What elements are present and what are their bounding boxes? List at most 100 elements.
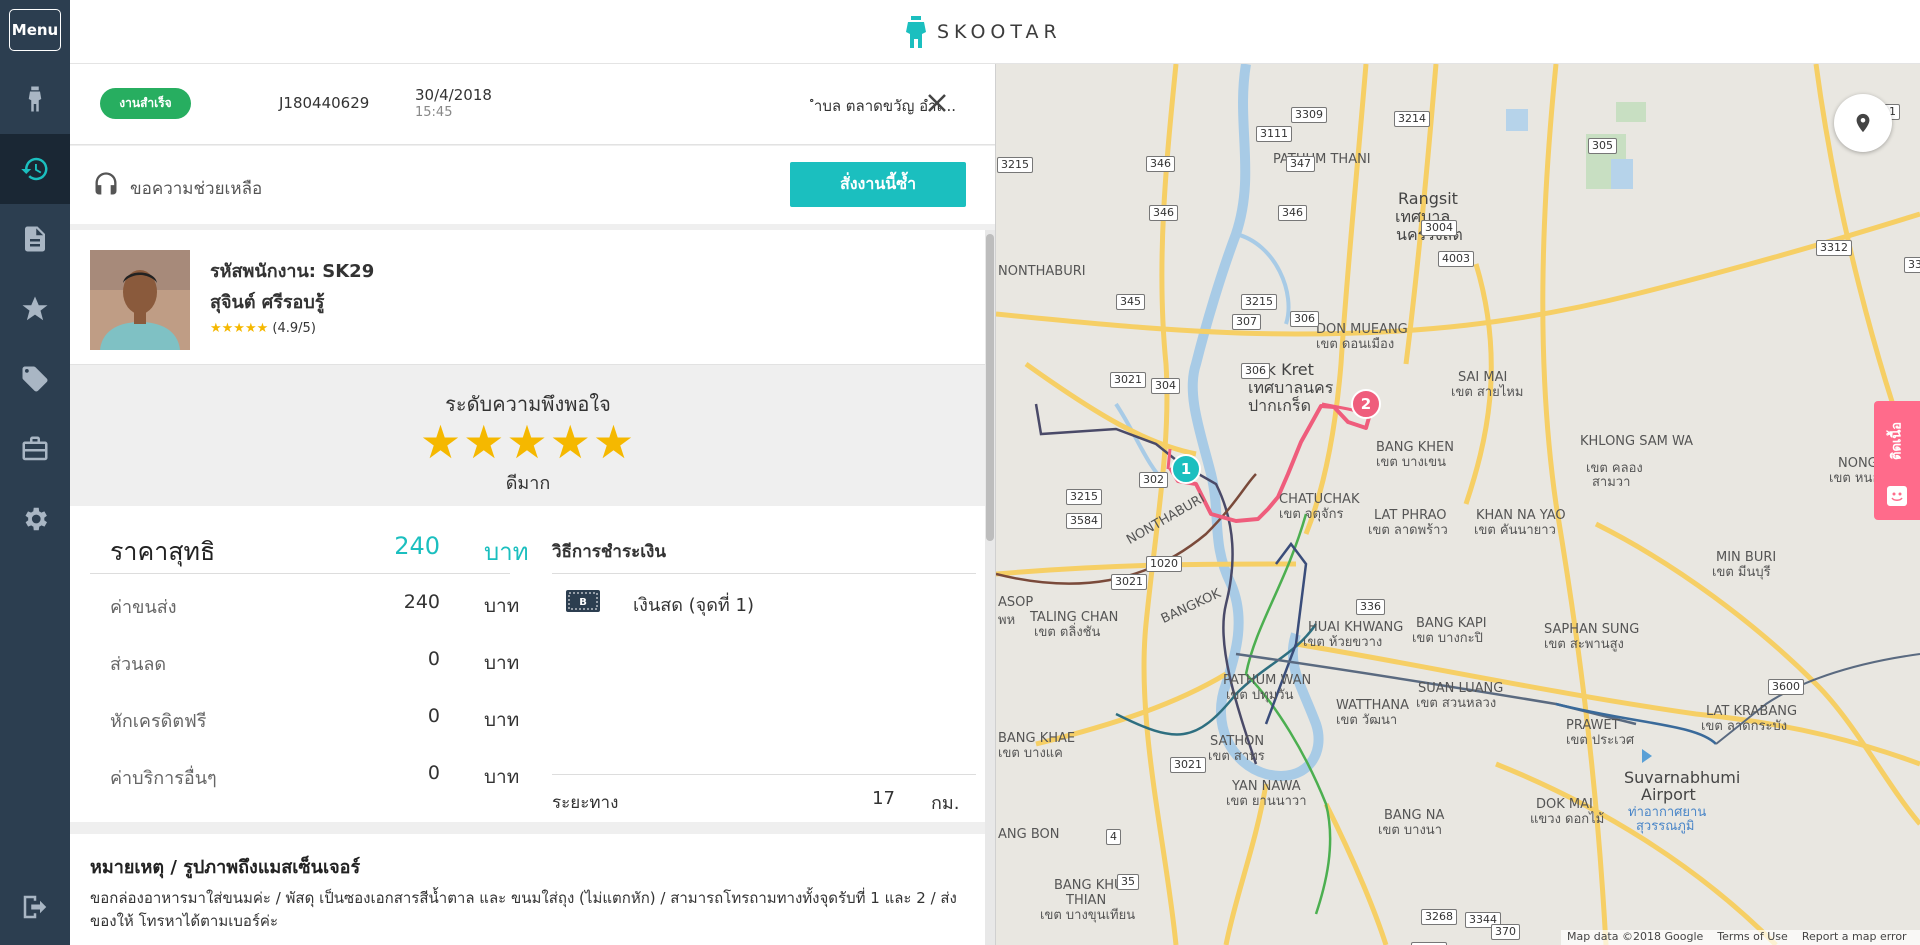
job-date: 30/4/2018 [415, 86, 492, 104]
job-detail-panel: งานสำเร็จ J180440629 30/4/2018 15:45 ำบล… [70, 64, 996, 945]
messenger-name: สุจินต์ ศรีรอบรู้ [210, 292, 325, 313]
messenger-icon [28, 86, 42, 112]
map-label: PRAWET [1566, 718, 1620, 733]
road-shield: 3214 [1394, 111, 1430, 127]
map-label: สามวา [1592, 475, 1631, 490]
map-label: เขต ประเวศ [1566, 733, 1635, 748]
payment-method: เงินสด (จุดที่ 1) [633, 595, 754, 616]
price-row-unit: บาท [484, 595, 520, 617]
map-label: Rangsit [1398, 189, 1458, 208]
detail-scroll-area[interactable]: รหัสพนักงาน: SK29 สุจินต์ ศรีรอบรู้ ★★★★… [70, 230, 986, 945]
map-label: เขต บางขุนเทียน [1040, 908, 1136, 923]
reorder-button[interactable]: สั่งงานนี้ซ้ำ [790, 162, 966, 207]
map-label: ANG BON [998, 827, 1060, 842]
road-shield: 3111 [1256, 126, 1292, 142]
scrollbar-thumb[interactable] [986, 234, 994, 541]
road-shield: 306 [1290, 311, 1319, 327]
road-shield: 346 [1278, 205, 1307, 221]
sidebar-item-documents[interactable] [0, 204, 70, 274]
road-shield: 4003 [1438, 251, 1474, 267]
road-shield: 4 [1106, 829, 1121, 845]
sidebar-item-business[interactable] [0, 414, 70, 484]
close-button[interactable] [922, 88, 952, 118]
close-icon [928, 94, 946, 112]
job-id: J180440629 [279, 94, 370, 112]
svg-text:B: B [579, 597, 587, 608]
map-label: เขต คันนายาว [1474, 523, 1556, 538]
map-label: BANG NA [1384, 808, 1445, 823]
map-label: SAI MAI [1458, 370, 1508, 385]
satisfaction-stars: ★★★★★ [419, 415, 637, 469]
map-label: SATHON [1210, 734, 1265, 749]
logo: SKOOTAR [905, 16, 1062, 48]
sidebar-item-logout[interactable] [0, 872, 70, 942]
price-title: ราคาสุทธิ [110, 537, 216, 566]
price-card: ราคาสุทธิ 240 บาท ค่าขนส่ง 240 บาท ส่วนล… [70, 506, 986, 822]
road-shield: 345 [1116, 294, 1145, 310]
map-label: TALING CHAN [1030, 610, 1119, 625]
feedback-tab[interactable]: ติดเนื้อ [1874, 401, 1920, 520]
road-shield: 3312 [1904, 257, 1920, 273]
help-link[interactable]: ขอความช่วยเหลือ [130, 175, 262, 202]
map-label: PATHUM WAN [1223, 673, 1312, 688]
map-label: SAPHAN SUNG [1544, 622, 1640, 637]
map-label: YAN NAWA [1232, 779, 1301, 794]
logo-text: SKOOTAR [937, 21, 1062, 43]
tag-icon [22, 366, 48, 392]
logout-icon [23, 895, 47, 919]
road-shield: 3021 [1110, 372, 1146, 388]
gear-icon [25, 507, 48, 531]
satisfaction-label: ดีมาก [505, 473, 551, 494]
sidebar-item-history[interactable] [0, 134, 70, 204]
location-pin-icon [1856, 113, 1870, 133]
price-row-value: 0 [427, 762, 440, 784]
scrollbar[interactable] [985, 230, 995, 945]
price-total-unit: บาท [484, 538, 529, 566]
map-label: เขต สายไหม [1451, 385, 1524, 400]
price-total: 240 [394, 532, 440, 560]
map-label: พห [998, 613, 1016, 628]
map-label: Suvarnabhumi [1624, 768, 1741, 787]
road-shield: 3215 [1066, 489, 1102, 505]
road-shield: 3215 [1241, 294, 1277, 310]
road-shield: 347 [1286, 156, 1315, 172]
sidebar-item-book[interactable] [0, 64, 70, 134]
distance-value: 17 [872, 788, 895, 809]
route-map[interactable]: PATHUM THANI Rangsit เทศบาล นครรังสิต NO… [996, 64, 1920, 945]
map-label: MIN BURI [1716, 550, 1777, 565]
map-canvas [996, 64, 1920, 945]
feedback-label: ติดเนื้อ [1889, 421, 1905, 461]
price-row-unit: บาท [484, 709, 520, 731]
road-shield: 3004 [1421, 220, 1457, 236]
map-label: KHAN NA YAO [1476, 508, 1566, 523]
road-shield: 3309 [1291, 107, 1327, 123]
map-label: แขวง ดอกไม้ [1530, 812, 1605, 827]
sidebar-item-promotions[interactable] [0, 344, 70, 414]
map-label: THIAN [1066, 893, 1107, 908]
satisfaction-section: ระดับความพึงพอใจ ★★★★★ ดีมาก [70, 370, 986, 500]
road-shield: 346 [1146, 156, 1175, 172]
sidebar-item-favorites[interactable] [0, 274, 70, 344]
map-label: เขต ลาดกระบัง [1701, 719, 1788, 734]
road-shield: 3600 [1768, 679, 1804, 695]
road-shield: 3268 [1421, 909, 1457, 925]
map-label: เขต บางแค [998, 746, 1063, 761]
map-report-link[interactable]: Report a map error [1802, 930, 1907, 945]
price-row-label: หักเครดิตฟรี [110, 711, 207, 732]
my-location-button[interactable] [1834, 94, 1892, 152]
pickup-marker[interactable]: 1 [1171, 454, 1201, 484]
divider [90, 573, 510, 574]
map-label: DOK MAI [1536, 797, 1593, 812]
road-shield: 370 [1491, 924, 1520, 940]
dropoff-marker[interactable]: 2 [1351, 389, 1381, 419]
menu-button[interactable]: Menu [9, 9, 61, 51]
sidebar-item-settings[interactable] [0, 484, 70, 554]
cash-icon: B [566, 590, 600, 612]
distance-unit: กม. [931, 793, 960, 814]
map-label: เขต หนอ [1829, 471, 1881, 486]
map-label: เขต สวนหลวง [1416, 696, 1497, 711]
road-shield: 305 [1588, 138, 1617, 154]
map-terms-link[interactable]: Terms of Use [1717, 930, 1788, 945]
map-label: DON MUEANG [1316, 322, 1408, 337]
map-label: BANG KAPI [1416, 616, 1487, 631]
